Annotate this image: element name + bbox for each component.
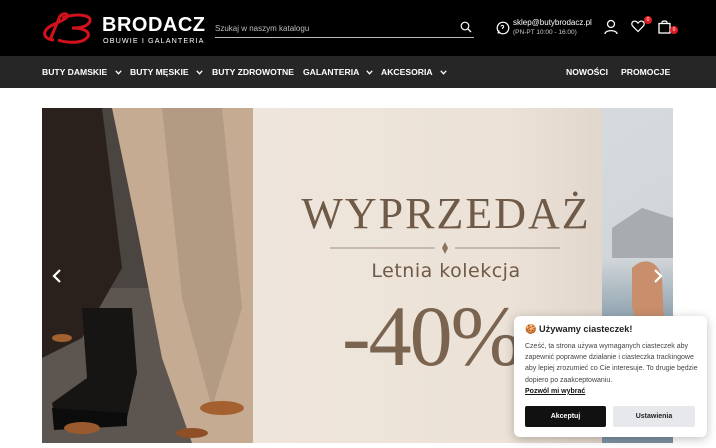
- chevron-down-icon: [366, 70, 374, 76]
- nav-item-galanteria[interactable]: GALANTERIA: [303, 56, 374, 88]
- chevron-down-icon: [114, 70, 122, 76]
- nav-item-nowosci[interactable]: NOWOŚCI: [566, 56, 608, 88]
- wishlist-count-badge: 0: [644, 16, 652, 24]
- hero-subtitle: Letnia kolekcja: [371, 260, 521, 282]
- cart-count-badge: 0: [670, 26, 678, 34]
- cart-button[interactable]: 0: [658, 19, 678, 35]
- chat-icon: [496, 21, 510, 35]
- hero-title: WYPRZEDAŻ: [301, 189, 591, 238]
- brand-tagline: OBUWIE I GALANTERIA: [103, 36, 205, 45]
- nav-item-buty-damskie[interactable]: BUTY DAMSKIE: [42, 56, 122, 88]
- nav-item-label: BUTY MĘSKIE: [130, 67, 189, 77]
- hero-discount: -40%: [342, 288, 522, 384]
- heart-icon: [631, 20, 645, 33]
- cookie-body: Cześć, ta strona używa wymaganych ciaste…: [525, 341, 700, 397]
- nav-item-akcesoria[interactable]: AKCESORIA: [381, 56, 447, 88]
- nav-item-label: BUTY DAMSKIE: [42, 67, 108, 77]
- nav-item-label: NOWOŚCI: [566, 67, 609, 77]
- logo-mark-icon: [43, 12, 92, 44]
- top-bar: BRODACZ OBUWIE I GALANTERIA sklep@butybr…: [0, 0, 716, 56]
- cookie-settings-button[interactable]: Ustawienia: [613, 406, 695, 427]
- search-bar: [215, 18, 474, 38]
- ornament-divider-icon: [330, 242, 560, 254]
- logo[interactable]: BRODACZ OBUWIE I GALANTERIA: [40, 10, 205, 46]
- shopping-bag-icon: [658, 20, 671, 34]
- nav-item-promocje[interactable]: PROMOCJE: [621, 56, 670, 88]
- cookie-consent-dialog: 🍪 Używamy ciasteczek! Cześć, ta strona u…: [514, 316, 707, 437]
- contact-hours: (PN-PT 10:00 - 16:00): [513, 29, 577, 36]
- nav-item-label: GALANTERIA: [303, 67, 360, 77]
- nav-item-label: AKCESORIA: [381, 67, 433, 77]
- cookie-title: 🍪 Używamy ciasteczek!: [525, 324, 633, 334]
- contact-info[interactable]: sklep@butybrodacz.pl (PN-PT 10:00 - 16:0…: [496, 18, 596, 40]
- account-button[interactable]: [604, 19, 620, 35]
- contact-email[interactable]: sklep@butybrodacz.pl: [513, 18, 592, 27]
- chevron-down-icon: [439, 70, 447, 76]
- nav-item-buty-meskie[interactable]: BUTY MĘSKIE: [130, 56, 203, 88]
- search-icon[interactable]: [460, 21, 472, 33]
- nav-item-label: PROMOCJE: [621, 67, 671, 77]
- brand-name: BRODACZ: [102, 14, 206, 36]
- cookie-text: Cześć, ta strona używa wymaganych ciaste…: [525, 343, 698, 384]
- hero-photo: [42, 108, 253, 443]
- accept-cookies-button[interactable]: Akceptuj: [525, 406, 606, 427]
- wishlist-button[interactable]: 0: [631, 16, 652, 35]
- chevron-down-icon: [196, 70, 203, 76]
- carousel-prev-arrow-icon[interactable]: [48, 266, 68, 286]
- nav-item-buty-zdrowotne[interactable]: BUTY ZDROWOTNE: [212, 56, 294, 88]
- nav-item-label: BUTY ZDROWOTNE: [212, 67, 294, 77]
- carousel-next-arrow-icon[interactable]: [647, 266, 667, 286]
- cookie-preferences-link[interactable]: Pozwól mi wybrać: [525, 388, 585, 395]
- user-icon: [604, 19, 618, 35]
- search-input[interactable]: [215, 20, 450, 36]
- main-navigation: BUTY DAMSKIE BUTY MĘSKIE BUTY ZDROWOTNE …: [0, 56, 716, 88]
